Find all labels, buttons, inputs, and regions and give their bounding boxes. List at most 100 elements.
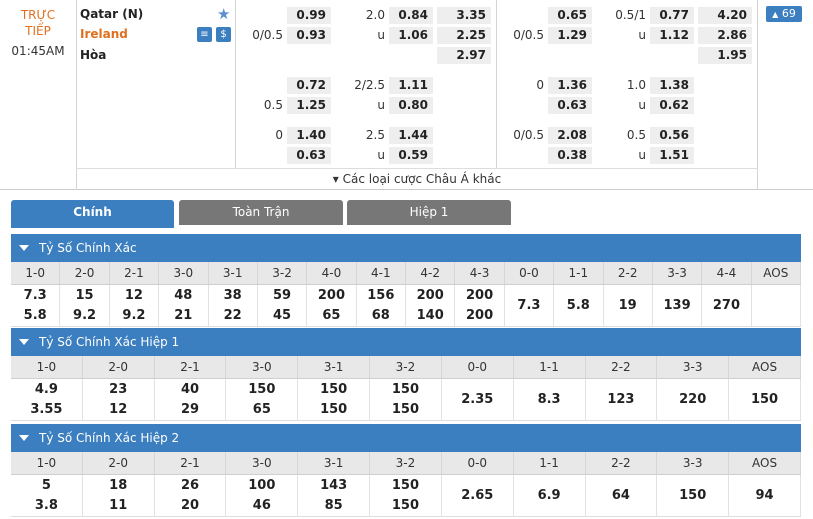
tab-first-half[interactable]: Hiệp 1: [347, 200, 511, 225]
score-odds-cell[interactable]: 26 20: [155, 475, 227, 516]
score-odds-cell[interactable]: 48 21: [159, 285, 209, 326]
score-odds-cell[interactable]: 156 68: [357, 285, 406, 326]
odds-value[interactable]: 1.44: [389, 127, 433, 144]
odds-value[interactable]: 0.72: [287, 77, 331, 94]
odds-top: 100: [248, 477, 276, 493]
stats-icon[interactable]: ≡: [197, 27, 212, 42]
odds-value[interactable]: 1.51: [650, 147, 694, 164]
score-header: 4-4: [702, 262, 752, 284]
score-odds-cell[interactable]: 7.3 5.8: [11, 285, 61, 326]
odds-value[interactable]: 0.77: [650, 7, 694, 24]
more-asian-bets-link[interactable]: ▾ Các loại cược Châu Á khác: [76, 168, 758, 190]
odds-value[interactable]: 2.97: [437, 47, 491, 64]
odds-value[interactable]: 1.12: [650, 27, 694, 44]
score-odds-cell[interactable]: 150 150: [298, 379, 371, 420]
odds-value[interactable]: 0.63: [548, 97, 592, 114]
score-odds-cell[interactable]: 64: [586, 475, 658, 516]
score-odds-cell[interactable]: 94: [729, 475, 801, 516]
odds-value[interactable]: 2.25: [437, 27, 491, 44]
collapse-icon: [19, 435, 29, 441]
odds-value[interactable]: 1.95: [698, 47, 752, 64]
score-header: 3-0: [226, 452, 299, 474]
odds-value[interactable]: 0.65: [548, 7, 592, 24]
favorite-star-icon[interactable]: ★: [217, 5, 230, 23]
score-odds-cell[interactable]: 4.9 3.55: [11, 379, 83, 420]
score-odds-cell[interactable]: 220: [657, 379, 730, 420]
home-team[interactable]: Qatar (N): [80, 7, 143, 21]
score-odds-cell[interactable]: 2.65: [442, 475, 514, 516]
score-odds-cell[interactable]: 23 12: [83, 379, 155, 420]
tab-main[interactable]: Chính: [11, 200, 174, 228]
odds-value[interactable]: 1.25: [287, 97, 331, 114]
score-odds-cell[interactable]: 18 11: [83, 475, 155, 516]
score-odds-cell[interactable]: 2.35: [442, 379, 514, 420]
score-odds-cell[interactable]: 38 22: [209, 285, 258, 326]
odds-line: u: [377, 28, 385, 42]
odds-value[interactable]: 1.38: [650, 77, 694, 94]
score-odds-cell[interactable]: 5 3.8: [11, 475, 83, 516]
odds-value[interactable]: 0.56: [650, 127, 694, 144]
score-odds-cell[interactable]: 143 85: [298, 475, 371, 516]
score-odds-cell[interactable]: 150: [657, 475, 730, 516]
score-header: 3-2: [370, 356, 442, 378]
odds-value[interactable]: 2.86: [698, 27, 752, 44]
section-header[interactable]: Tỷ Số Chính Xác: [11, 234, 801, 262]
score-odds-cell[interactable]: 59 45: [258, 285, 308, 326]
odds-bottom: 45: [273, 307, 292, 323]
score-odds-cell[interactable]: 150: [729, 379, 801, 420]
score-header: 0-0: [442, 356, 514, 378]
odds-top: 200: [465, 287, 494, 303]
score-odds-cell[interactable]: 5.8: [554, 285, 604, 326]
tab-full-match[interactable]: Toàn Trận: [179, 200, 343, 225]
odds-value[interactable]: 2.08: [548, 127, 592, 144]
score-odds-cell[interactable]: 123: [586, 379, 658, 420]
odds-value[interactable]: 0.93: [287, 27, 331, 44]
odds-value[interactable]: 0.80: [389, 97, 433, 114]
odds-top: 18: [109, 477, 128, 493]
money-icon[interactable]: $: [216, 27, 231, 42]
score-header: 3-0: [159, 262, 209, 284]
score-odds-cell[interactable]: 150 150: [370, 379, 442, 420]
match-time: 01:45AM: [11, 44, 65, 58]
score-odds-cell[interactable]: 150 150: [370, 475, 442, 516]
odds-top: 150: [391, 381, 420, 397]
odds-top: 15: [75, 287, 94, 303]
odds-line: u: [377, 148, 385, 162]
odds-value[interactable]: 0.63: [287, 147, 331, 164]
odds-value[interactable]: 0.84: [389, 7, 433, 24]
odds-line: 0.5: [263, 98, 283, 112]
odds-value[interactable]: 1.40: [287, 127, 331, 144]
odds-value[interactable]: 3.35: [437, 7, 491, 24]
odds-value[interactable]: 1.36: [548, 77, 592, 94]
score-odds-cell[interactable]: 7.3: [505, 285, 555, 326]
score-odds-cell[interactable]: 6.9: [514, 475, 586, 516]
odds-bottom: 68: [371, 307, 390, 323]
score-odds-cell[interactable]: 200 200: [455, 285, 505, 326]
score-odds-cell[interactable]: 15 9.2: [60, 285, 110, 326]
odds-value[interactable]: 0.59: [389, 147, 433, 164]
odds-value[interactable]: 1.11: [389, 77, 433, 94]
collapse-icon: [19, 339, 29, 345]
score-header: 3-1: [298, 452, 371, 474]
score-odds-cell[interactable]: 12 9.2: [110, 285, 160, 326]
score-odds-cell[interactable]: 19: [604, 285, 653, 326]
score-odds-cell[interactable]: 8.3: [514, 379, 586, 420]
score-odds-cell[interactable]: 150 65: [226, 379, 299, 420]
odds-value[interactable]: 0.99: [287, 7, 331, 24]
score-odds-cell[interactable]: 200 65: [307, 285, 357, 326]
more-markets-badge[interactable]: ▲ 69: [766, 6, 802, 22]
score-odds-cell[interactable]: 40 29: [155, 379, 227, 420]
odds-value[interactable]: 1.29: [548, 27, 592, 44]
away-team[interactable]: Ireland: [80, 27, 128, 41]
score-odds-cell[interactable]: 139: [653, 285, 703, 326]
score-odds-cell[interactable]: 100 46: [226, 475, 299, 516]
score-odds-cell[interactable]: [752, 285, 801, 326]
odds-value[interactable]: 4.20: [698, 7, 752, 24]
odds-value[interactable]: 0.38: [548, 147, 592, 164]
score-odds-cell[interactable]: 270: [702, 285, 752, 326]
odds-value[interactable]: 1.06: [389, 27, 433, 44]
odds-value[interactable]: 0.62: [650, 97, 694, 114]
section-header[interactable]: Tỷ Số Chính Xác Hiệp 1: [11, 328, 801, 356]
score-odds-cell[interactable]: 200 140: [406, 285, 456, 326]
section-header[interactable]: Tỷ Số Chính Xác Hiệp 2: [11, 424, 801, 452]
